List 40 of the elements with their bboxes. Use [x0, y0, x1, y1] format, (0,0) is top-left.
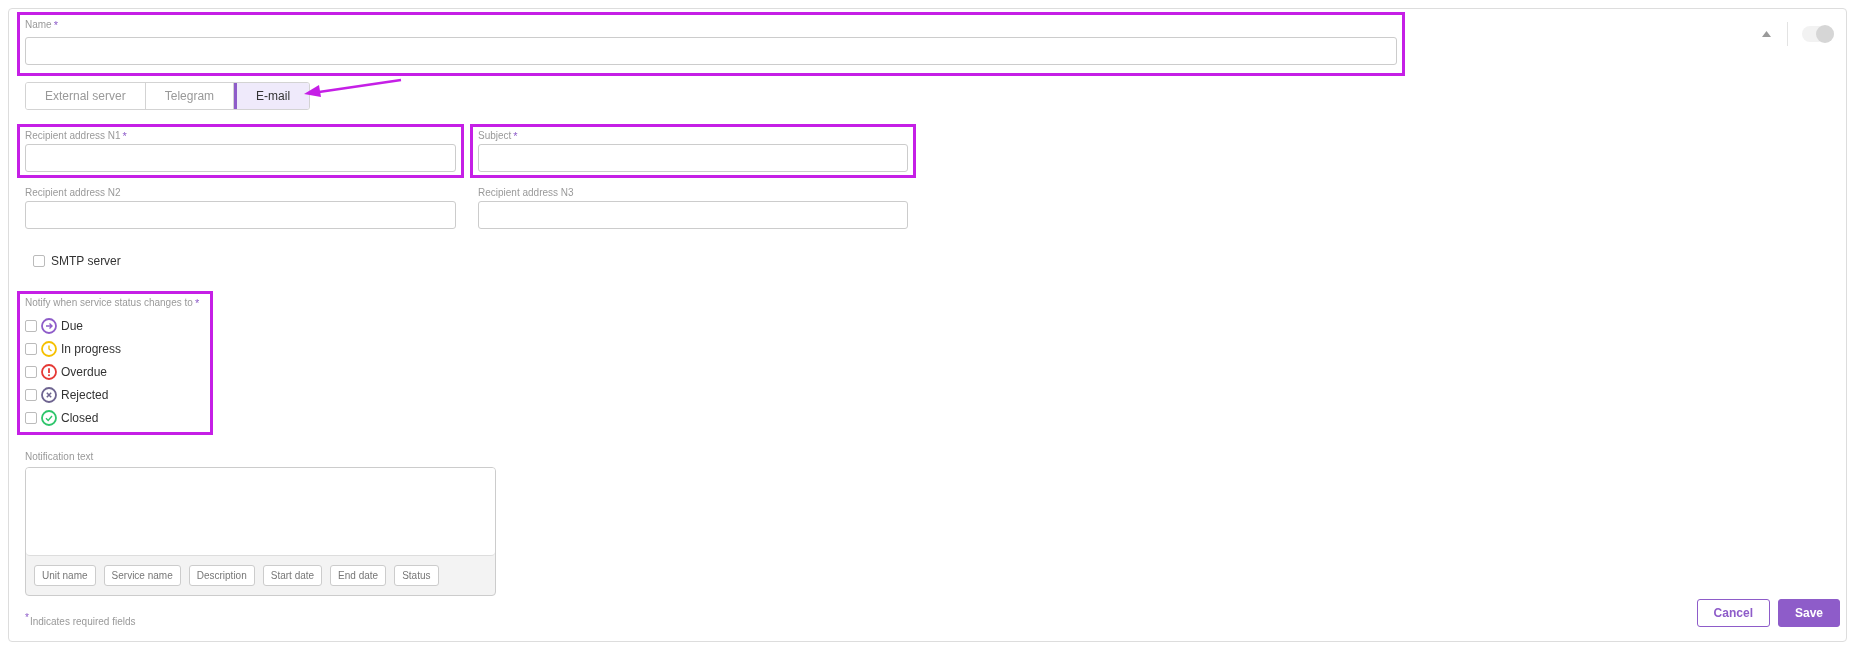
checkbox-label: Overdue [61, 364, 108, 379]
variable-chip[interactable]: Service name [103, 565, 181, 586]
field-label: Notification text [25, 451, 94, 462]
variable-chip[interactable]: End date [330, 565, 387, 586]
required-mark: * [122, 130, 127, 142]
cancel-button[interactable]: Cancel [1696, 599, 1770, 627]
checkbox[interactable] [25, 365, 37, 378]
checkbox-label: Due [61, 318, 83, 333]
input-field[interactable] [478, 201, 908, 229]
checkbox-label: In progress [61, 341, 122, 356]
checkbox[interactable] [25, 342, 37, 355]
input-field[interactable] [25, 201, 456, 229]
text-editor[interactable]: Unit name Service name Description Start date End date Status [25, 467, 496, 596]
checkbox-label: SMTP server [51, 254, 121, 268]
field-label: Recipient address N3 [478, 187, 574, 198]
checkbox[interactable] [25, 411, 37, 424]
field-label: Recipient address N2 [25, 187, 121, 198]
required-mark: * [194, 297, 200, 309]
checkbox[interactable] [33, 255, 45, 267]
variable-chip[interactable]: Unit name [34, 565, 96, 586]
variable-chip[interactable]: Status [394, 565, 439, 586]
input-field[interactable] [25, 37, 1397, 65]
required-mark: * [53, 19, 58, 31]
variable-chip[interactable]: Description [188, 565, 255, 586]
save-button[interactable]: Save [1777, 599, 1840, 627]
input-field[interactable] [478, 144, 908, 172]
checkbox[interactable] [25, 319, 37, 332]
channel-tab[interactable]: External server [26, 83, 146, 109]
required-mark: * [513, 130, 518, 142]
collapse-caret-icon [1762, 31, 1771, 37]
field-label: Name [25, 19, 52, 30]
channel-tab[interactable]: E-mail [234, 83, 310, 109]
checkbox-label: Closed [61, 410, 99, 425]
field-label: Notify when service status changes to [25, 297, 193, 308]
field-label: Subject [478, 130, 512, 141]
variable-chip[interactable]: Start date [262, 565, 323, 586]
input-field[interactable] [25, 144, 456, 172]
checkbox[interactable] [25, 388, 37, 401]
field-label: Recipient address N1 [25, 130, 121, 141]
checkbox-label: Rejected [61, 387, 109, 402]
